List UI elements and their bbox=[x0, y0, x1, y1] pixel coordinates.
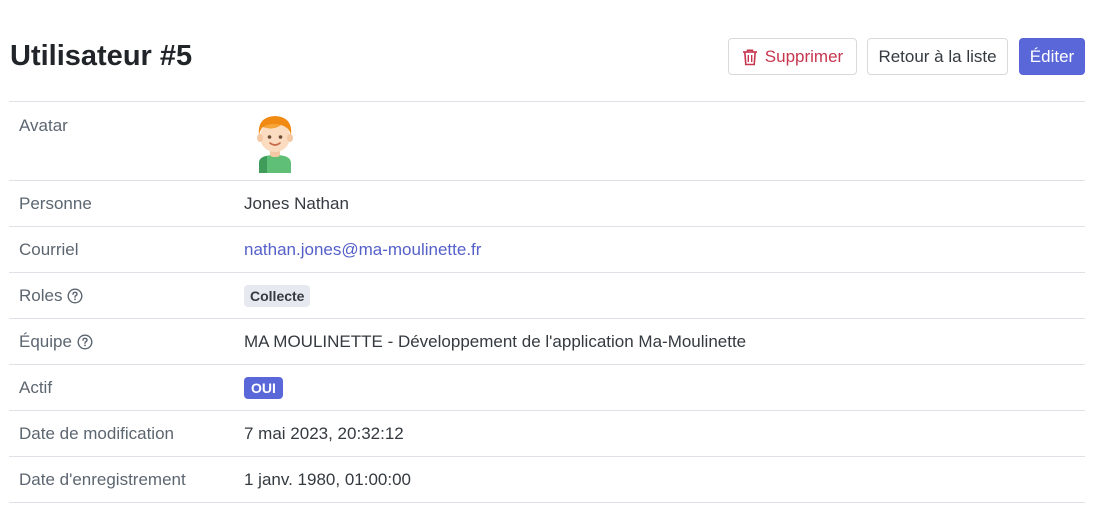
email-link[interactable]: nathan.jones@ma-moulinette.fr bbox=[244, 240, 481, 260]
registered-value: 1 janv. 1980, 01:00:00 bbox=[244, 469, 411, 489]
person-value: Jones Nathan bbox=[244, 193, 349, 213]
boy-avatar-icon bbox=[257, 116, 293, 173]
back-to-list-button[interactable]: Retour à la liste bbox=[867, 38, 1008, 75]
role-badge: Collecte bbox=[244, 284, 311, 307]
page-title: Utilisateur #5 bbox=[10, 40, 193, 72]
detail-row-avatar: Avatar bbox=[9, 101, 1085, 181]
email-label: Courriel bbox=[19, 239, 79, 259]
delete-button-label: Supprimer bbox=[764, 46, 844, 66]
team-value: MA MOULINETTE - Développement de l'appli… bbox=[244, 331, 747, 351]
registered-label: Date d'enregistrement bbox=[19, 469, 186, 489]
edit-button-label: Éditer bbox=[1029, 46, 1075, 66]
modified-label: Date de modification bbox=[19, 423, 174, 443]
active-status-badge: OUI bbox=[244, 376, 283, 399]
back-button-label: Retour à la liste bbox=[878, 46, 997, 66]
delete-button[interactable]: Supprimer bbox=[728, 38, 857, 75]
detail-row-team: Équipe MA MOULINETTE - Développement de … bbox=[9, 318, 1085, 365]
detail-row-email: Courriel nathan.jones@ma-moulinette.fr bbox=[9, 226, 1085, 273]
detail-row-roles: Roles Collecte bbox=[9, 272, 1085, 319]
roles-label: Roles bbox=[19, 285, 63, 305]
active-label: Actif bbox=[19, 377, 53, 397]
team-label: Équipe bbox=[19, 331, 72, 351]
user-detail-page: Utilisateur #5 Supprimer Retour à la lis… bbox=[0, 0, 1098, 518]
team-help-icon[interactable] bbox=[77, 333, 93, 350]
detail-row-modified: Date de modification 7 mai 2023, 20:32:1… bbox=[9, 410, 1085, 457]
roles-help-icon[interactable] bbox=[67, 287, 83, 304]
detail-row-registered: Date d'enregistrement 1 janv. 1980, 01:0… bbox=[9, 456, 1085, 503]
trash-icon bbox=[742, 48, 757, 65]
detail-row-person: Personne Jones Nathan bbox=[9, 180, 1085, 227]
person-label: Personne bbox=[19, 193, 92, 213]
detail-row-active: Actif OUI bbox=[9, 364, 1085, 411]
modified-value: 7 mai 2023, 20:32:12 bbox=[244, 423, 404, 443]
edit-button[interactable]: Éditer bbox=[1019, 38, 1085, 75]
user-details-table: Avatar Personne Jones Nathan Courriel na… bbox=[9, 101, 1085, 503]
avatar-label: Avatar bbox=[19, 116, 68, 135]
